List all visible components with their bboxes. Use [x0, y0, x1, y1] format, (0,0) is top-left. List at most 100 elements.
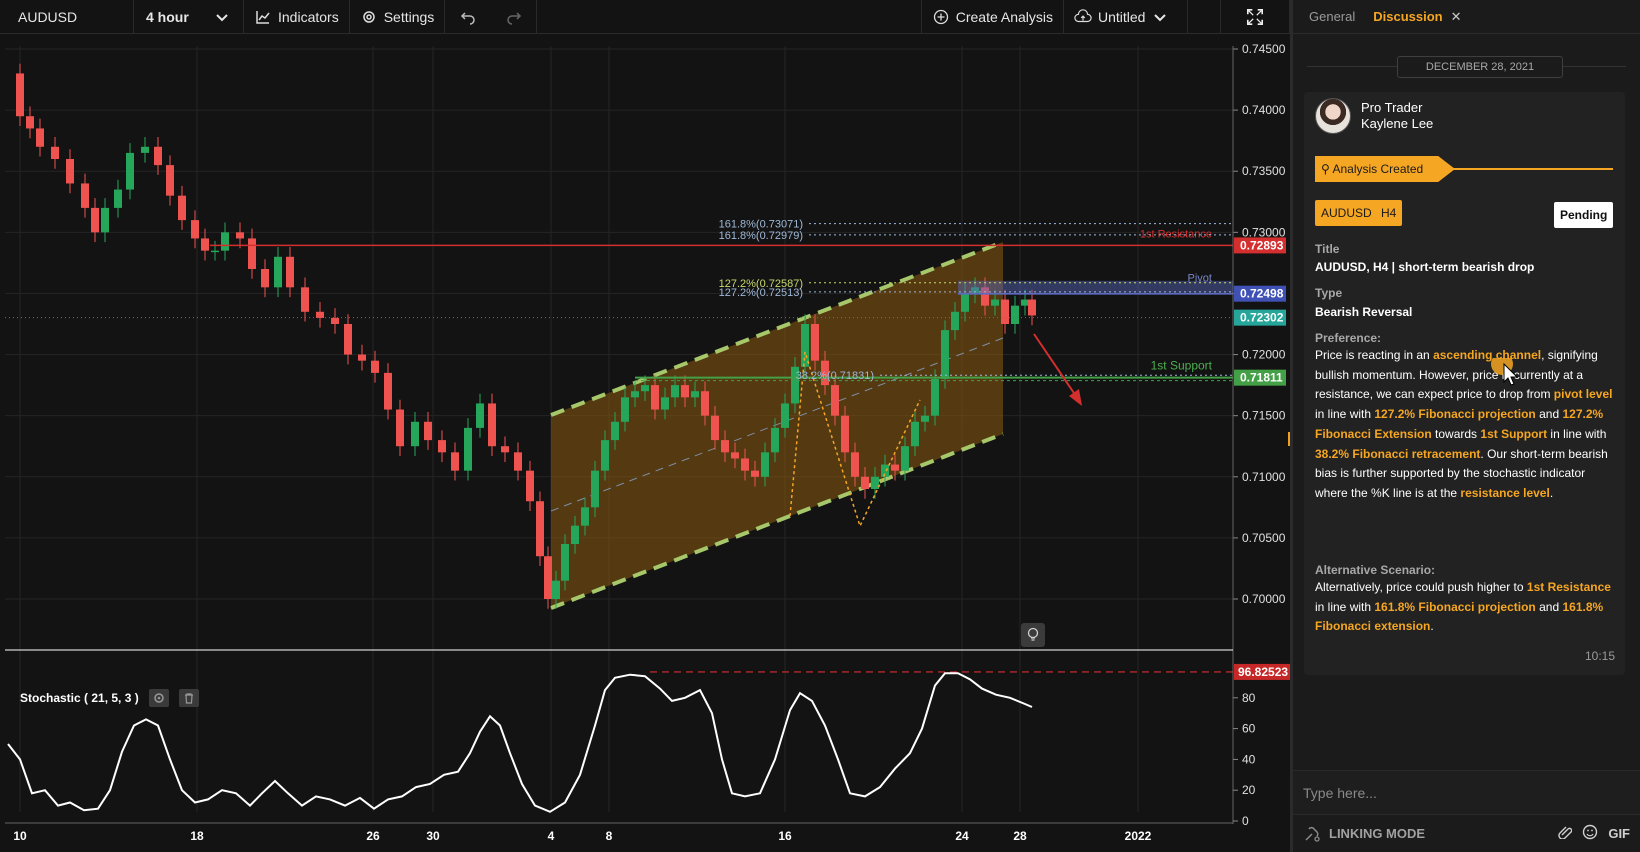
- candle-body: [536, 501, 544, 557]
- line-chart-icon: [254, 8, 272, 26]
- timeframe-chip[interactable]: H4: [1375, 200, 1403, 226]
- author-name: Kaylene Lee: [1361, 116, 1434, 131]
- indicators-button[interactable]: Indicators: [244, 0, 350, 34]
- highlight-term: 127.2% Fibonacci projection: [1374, 407, 1536, 422]
- text-run: .: [1549, 485, 1554, 500]
- price-tick-label: 0.70500: [1242, 531, 1286, 545]
- date-tick-label: 10: [13, 829, 27, 843]
- fib-label: 38.2%(0.71831): [796, 370, 874, 382]
- candle-body: [248, 238, 256, 269]
- banner-label: Analysis Created: [1332, 162, 1424, 176]
- price-chart[interactable]: 1st ResistancePivot1st Support161.8%(0.7…: [0, 34, 1290, 852]
- price-tick-label: 0.74000: [1242, 103, 1286, 117]
- stochastic-settings-button[interactable]: [148, 689, 169, 707]
- candle-body: [1011, 305, 1019, 324]
- idea-button[interactable]: [1021, 623, 1045, 647]
- undo-icon[interactable]: [459, 8, 477, 26]
- candle-body: [438, 440, 446, 453]
- candle-body: [26, 116, 34, 129]
- candle-body: [396, 409, 404, 447]
- candle-body: [358, 354, 366, 361]
- gif-button[interactable]: GIF: [1608, 826, 1630, 841]
- avatar[interactable]: [1315, 98, 1351, 134]
- candle-body: [571, 525, 579, 544]
- symbol-selector[interactable]: AUDUSD: [0, 0, 134, 34]
- redo-icon[interactable]: [505, 8, 523, 26]
- fullscreen-icon: [1246, 8, 1264, 26]
- date-tick-label: 28: [1013, 829, 1027, 843]
- tab-discussion[interactable]: Discussion ✕: [1373, 9, 1461, 25]
- alternative-label: Alternative Scenario:: [1315, 563, 1436, 577]
- message-input-area: [1293, 770, 1640, 814]
- text-run: towards: [1431, 426, 1481, 441]
- message-input[interactable]: [1303, 779, 1623, 807]
- candle-body: [91, 207, 99, 233]
- mouse-cursor: [1488, 353, 1522, 393]
- candle-body: [921, 415, 929, 422]
- stoch-tick-label: 40: [1242, 752, 1256, 766]
- candle-body: [771, 427, 779, 453]
- lightbulb-icon: [1027, 627, 1039, 641]
- stoch-tick-label: 80: [1242, 691, 1256, 705]
- price-tick-label: 0.71000: [1242, 470, 1286, 484]
- toolbar-gap: [1188, 0, 1220, 34]
- candle-body: [1021, 299, 1029, 306]
- text-run: in line with: [1315, 407, 1375, 422]
- gear-icon: [153, 693, 164, 703]
- candle-body: [601, 440, 609, 471]
- candle-body: [891, 464, 899, 471]
- candle-body: [701, 391, 709, 416]
- date-tick-label: 4: [548, 829, 555, 843]
- create-analysis-button[interactable]: Create Analysis: [922, 0, 1064, 34]
- date-tick-label: 30: [426, 829, 440, 843]
- price-tag-label: 0.71811: [1240, 371, 1283, 385]
- candle-body: [651, 385, 659, 410]
- candle-body: [741, 458, 749, 471]
- bulb-icon: ⚲: [1321, 162, 1330, 176]
- candle-body: [671, 385, 679, 398]
- layout-selector[interactable]: Untitled: [1064, 0, 1188, 34]
- indicators-label: Indicators: [278, 8, 339, 25]
- candle-body: [911, 421, 919, 447]
- close-icon[interactable]: ✕: [1451, 9, 1462, 25]
- candle-body: [261, 269, 269, 288]
- interval-selector[interactable]: 4 hour: [134, 0, 244, 34]
- candle-body: [201, 238, 209, 251]
- candle-body: [561, 544, 569, 581]
- candle-body: [731, 452, 739, 459]
- stoch-tick-label: 60: [1242, 722, 1256, 736]
- attachment-icon[interactable]: [1558, 825, 1573, 842]
- settings-button[interactable]: Settings: [350, 0, 446, 34]
- candle-body: [51, 146, 59, 159]
- price-tick-label: 0.71500: [1242, 409, 1286, 423]
- symbol-chip[interactable]: AUDUSD: [1315, 200, 1378, 226]
- tab-general[interactable]: General: [1309, 9, 1355, 24]
- candle-body: [344, 324, 352, 355]
- fullscreen-button[interactable]: [1220, 0, 1290, 34]
- composer-actions: GIF: [1558, 824, 1630, 843]
- stoch-tick-label: 20: [1242, 783, 1256, 797]
- candle-body: [1028, 299, 1036, 316]
- highlight-term: 161.8% Fibonacci projection: [1374, 599, 1536, 614]
- candle-body: [114, 189, 122, 208]
- candle-body: [621, 397, 629, 422]
- text-run: Price is reacting in an: [1315, 348, 1434, 362]
- chart-toolbar: AUDUSD 4 hour Indicators Settings Create…: [0, 0, 1290, 34]
- author-block: Pro Trader Kaylene Lee: [1315, 98, 1433, 134]
- candle-body: [488, 403, 496, 447]
- tab-discussion-label: Discussion: [1373, 9, 1443, 24]
- linking-mode-toggle[interactable]: LINKING MODE: [1303, 825, 1425, 843]
- candle-body: [166, 165, 174, 196]
- emoji-icon[interactable]: [1582, 824, 1598, 843]
- candle-body: [641, 385, 649, 392]
- text-run: and: [1535, 407, 1563, 422]
- alternative-text: Alternatively, price could push higher t…: [1315, 578, 1615, 637]
- analysis-card: Pro Trader Kaylene Lee ⚲ Analysis Create…: [1304, 92, 1625, 675]
- bottom-bar: LINKING MODE GIF: [1293, 814, 1640, 852]
- candle-body: [991, 299, 999, 306]
- highlight-term: resistance level: [1460, 485, 1550, 500]
- trash-icon: [184, 693, 193, 704]
- candle-body: [501, 446, 509, 453]
- stochastic-delete-button[interactable]: [178, 689, 199, 707]
- chart-area[interactable]: 1st Resistance Pivot 1st Support 161.8%(0.7…: [0, 34, 1290, 852]
